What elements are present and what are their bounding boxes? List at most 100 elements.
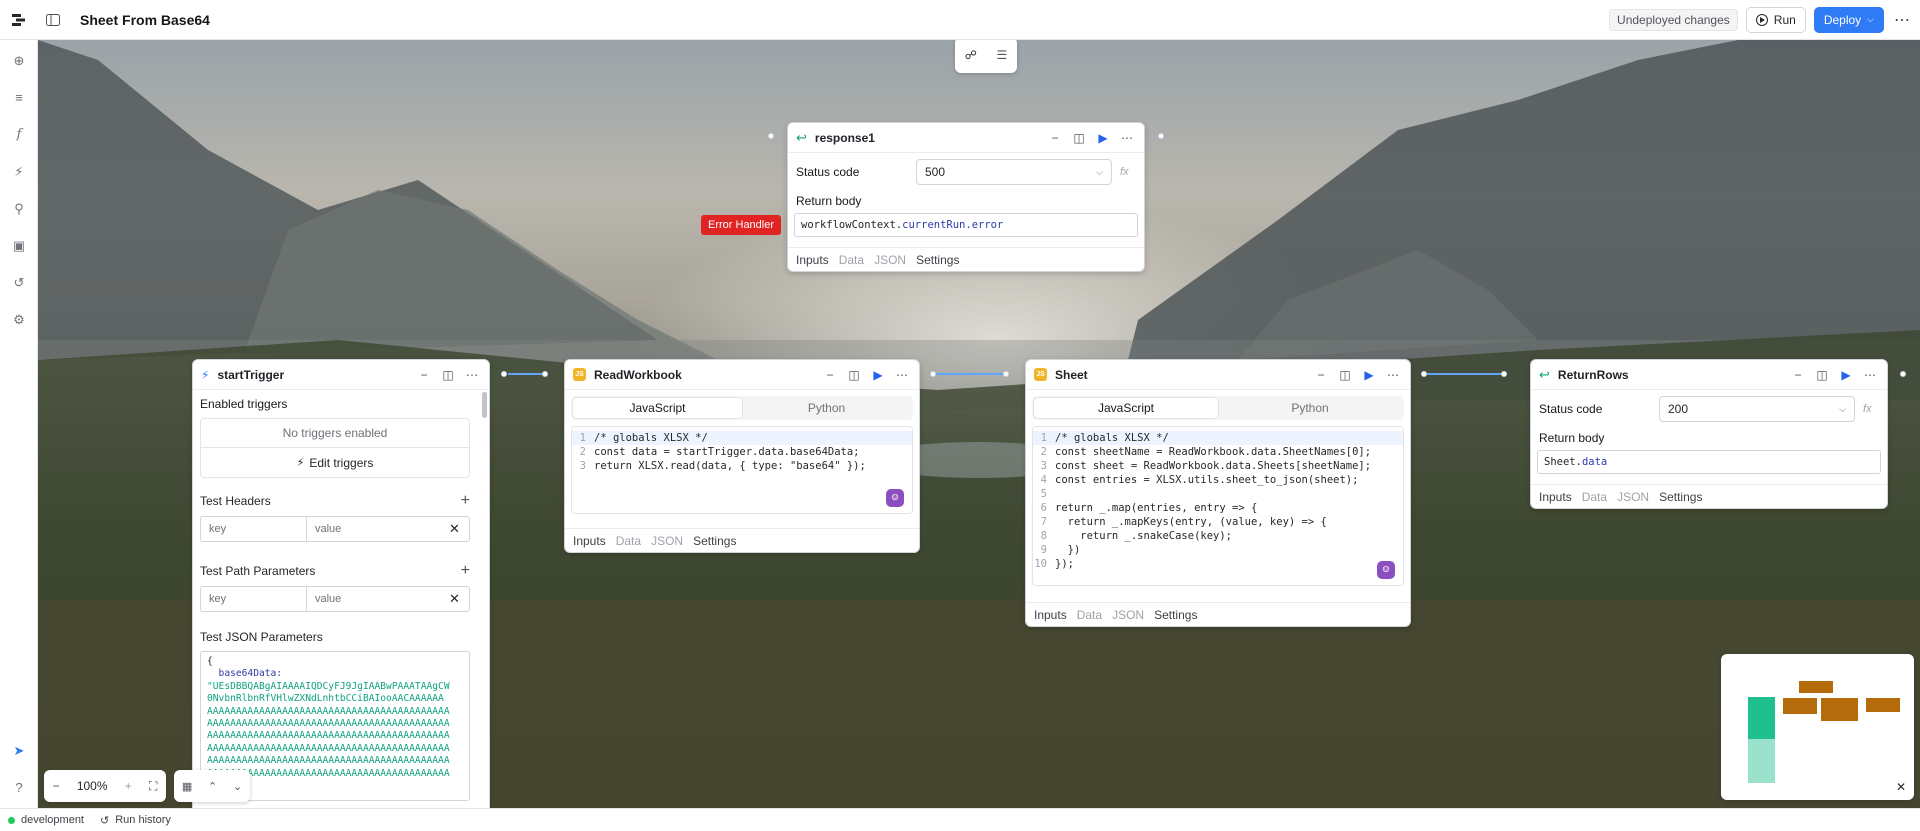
tab-inputs[interactable]: Inputs bbox=[796, 253, 829, 267]
list-icon[interactable]: ≡ bbox=[0, 79, 38, 116]
more-icon[interactable]: ⋯ bbox=[1118, 131, 1136, 145]
graph-view-icon[interactable]: ☍ bbox=[965, 48, 977, 62]
start-trigger-node[interactable]: ⚡︎ startTrigger − ◫ ⋯ Enabled triggers N… bbox=[192, 359, 490, 808]
play-icon[interactable]: ▶ bbox=[869, 368, 887, 382]
tab-python[interactable]: Python bbox=[742, 398, 911, 418]
minimize-icon[interactable]: − bbox=[1046, 131, 1064, 145]
return-body-input[interactable]: Sheet. data bbox=[1537, 450, 1881, 474]
tab-json[interactable]: JSON bbox=[874, 253, 906, 267]
add-header-icon[interactable]: + bbox=[461, 492, 470, 510]
deploy-button[interactable]: Deploy ⌵ bbox=[1813, 6, 1884, 33]
status-code-select[interactable]: 200 ⌵ bbox=[1659, 396, 1855, 422]
run-button[interactable]: Run bbox=[1745, 6, 1806, 33]
search-icon[interactable]: ⚲ bbox=[0, 190, 38, 227]
tab-inputs[interactable]: Inputs bbox=[1539, 490, 1572, 504]
add-path-icon[interactable]: + bbox=[461, 562, 470, 580]
tab-json[interactable]: JSON bbox=[651, 534, 683, 548]
more-icon[interactable]: ⋯ bbox=[463, 368, 481, 382]
path-key-input[interactable]: key bbox=[201, 587, 307, 611]
return-rows-node[interactable]: ↩ ReturnRows − ◫ ▶ ⋯ Status code 200 ⌵ f… bbox=[1530, 359, 1888, 509]
minimize-icon[interactable]: − bbox=[415, 368, 433, 382]
panel-icon[interactable]: ◫ bbox=[1813, 368, 1831, 382]
chevron-up-icon[interactable]: ⌃ bbox=[208, 780, 217, 793]
gear-icon[interactable]: ⚙ bbox=[0, 301, 38, 338]
minimize-icon[interactable]: − bbox=[821, 368, 839, 382]
history-icon[interactable]: ↺ bbox=[0, 264, 38, 301]
tab-javascript[interactable]: JavaScript bbox=[573, 398, 742, 418]
tab-data[interactable]: Data bbox=[1077, 608, 1102, 622]
chevron-down-icon[interactable]: ⌄ bbox=[233, 780, 242, 793]
run-history-link[interactable]: Run history bbox=[115, 814, 171, 826]
connector-handle[interactable] bbox=[1900, 371, 1906, 377]
more-icon[interactable]: ⋯ bbox=[893, 368, 911, 382]
fx-icon[interactable]: fx bbox=[1120, 166, 1129, 178]
sidebar-toggle-icon[interactable] bbox=[38, 13, 68, 26]
more-icon[interactable]: ⋯ bbox=[1884, 10, 1920, 30]
header-key-input[interactable]: key bbox=[201, 517, 307, 541]
read-workbook-node[interactable]: JS ReadWorkbook − ◫ ▶ ⋯ JavaScript Pytho… bbox=[564, 359, 920, 553]
fit-view-icon[interactable]: ⛶ bbox=[149, 779, 157, 794]
minimap[interactable]: ✕ bbox=[1721, 654, 1914, 800]
trigger-bolt-icon[interactable]: ⚡︎ bbox=[0, 153, 38, 190]
error-handler-badge[interactable]: Error Handler bbox=[701, 215, 782, 235]
minimize-icon[interactable]: − bbox=[1312, 368, 1330, 382]
tab-settings[interactable]: Settings bbox=[916, 253, 959, 267]
node-title[interactable]: Sheet bbox=[1055, 368, 1306, 382]
tab-python[interactable]: Python bbox=[1218, 398, 1402, 418]
node-title[interactable]: ReturnRows bbox=[1558, 368, 1783, 382]
tab-settings[interactable]: Settings bbox=[1154, 608, 1197, 622]
play-icon[interactable]: ▶ bbox=[1360, 368, 1378, 382]
trigger-scrollbar[interactable] bbox=[482, 392, 487, 418]
package-icon[interactable]: ▣ bbox=[0, 227, 38, 264]
tab-json[interactable]: JSON bbox=[1617, 490, 1649, 504]
tab-settings[interactable]: Settings bbox=[693, 534, 736, 548]
tab-inputs[interactable]: Inputs bbox=[1034, 608, 1067, 622]
return-body-input[interactable]: workflowContext. currentRun.error bbox=[794, 213, 1138, 237]
node-title[interactable]: response1 bbox=[815, 131, 1040, 145]
help-icon[interactable]: ? bbox=[0, 769, 38, 806]
workflow-canvas[interactable]: ☍ ☰ Error Handler ↩ response1 − ◫ ▶ ⋯ St… bbox=[38, 40, 1920, 808]
connector-handle[interactable] bbox=[930, 371, 936, 377]
app-logo-icon[interactable] bbox=[0, 0, 38, 40]
grid-icon[interactable]: ▦ bbox=[182, 780, 192, 793]
connector-handle[interactable] bbox=[1003, 371, 1009, 377]
connector-handle[interactable] bbox=[542, 371, 548, 377]
rocket-icon[interactable]: ➤ bbox=[0, 732, 38, 769]
zoom-level[interactable]: 100% bbox=[77, 779, 108, 793]
tab-json[interactable]: JSON bbox=[1112, 608, 1144, 622]
connector-handle[interactable] bbox=[1421, 371, 1427, 377]
panel-icon[interactable]: ◫ bbox=[845, 368, 863, 382]
sheet-node[interactable]: JS Sheet − ◫ ▶ ⋯ JavaScript Python 1/* g… bbox=[1025, 359, 1411, 627]
connector-handle[interactable] bbox=[768, 133, 774, 139]
tab-javascript[interactable]: JavaScript bbox=[1034, 398, 1218, 418]
workflow-title[interactable]: Sheet From Base64 bbox=[80, 12, 210, 28]
add-block-icon[interactable]: ⊕ bbox=[0, 42, 38, 79]
close-icon[interactable]: ✕ bbox=[443, 587, 469, 611]
zoom-in-icon[interactable]: + bbox=[125, 779, 132, 793]
function-icon[interactable]: f bbox=[0, 116, 38, 153]
node-title[interactable]: startTrigger bbox=[217, 368, 409, 382]
panel-icon[interactable]: ◫ bbox=[439, 368, 457, 382]
more-icon[interactable]: ⋯ bbox=[1861, 368, 1879, 382]
close-icon[interactable]: ✕ bbox=[443, 517, 469, 541]
tab-inputs[interactable]: Inputs bbox=[573, 534, 606, 548]
code-editor[interactable]: 1/* globals XLSX */ 2 const data = startT… bbox=[571, 426, 913, 514]
fx-icon[interactable]: fx bbox=[1863, 403, 1872, 415]
connector-handle[interactable] bbox=[1158, 133, 1164, 139]
panel-icon[interactable]: ◫ bbox=[1070, 131, 1088, 145]
minimize-icon[interactable]: − bbox=[1789, 368, 1807, 382]
status-code-select[interactable]: 500 ⌵ bbox=[916, 159, 1112, 185]
env-label[interactable]: development bbox=[21, 814, 84, 826]
connector-handle[interactable] bbox=[1501, 371, 1507, 377]
close-icon[interactable]: ✕ bbox=[1896, 780, 1906, 794]
tab-settings[interactable]: Settings bbox=[1659, 490, 1702, 504]
ai-assist-icon[interactable]: ☺ bbox=[1377, 561, 1395, 579]
ai-assist-icon[interactable]: ☺ bbox=[886, 489, 904, 507]
path-value-input[interactable]: value bbox=[307, 587, 443, 611]
connector-handle[interactable] bbox=[501, 371, 507, 377]
zoom-out-icon[interactable]: − bbox=[53, 779, 60, 793]
code-editor[interactable]: 1/* globals XLSX */ 2 const sheetName = R… bbox=[1032, 426, 1404, 586]
edit-triggers-button[interactable]: ⚡︎ Edit triggers bbox=[201, 448, 469, 477]
response1-node[interactable]: ↩ response1 − ◫ ▶ ⋯ Status code 500 ⌵ fx… bbox=[787, 122, 1145, 272]
tab-data[interactable]: Data bbox=[839, 253, 864, 267]
